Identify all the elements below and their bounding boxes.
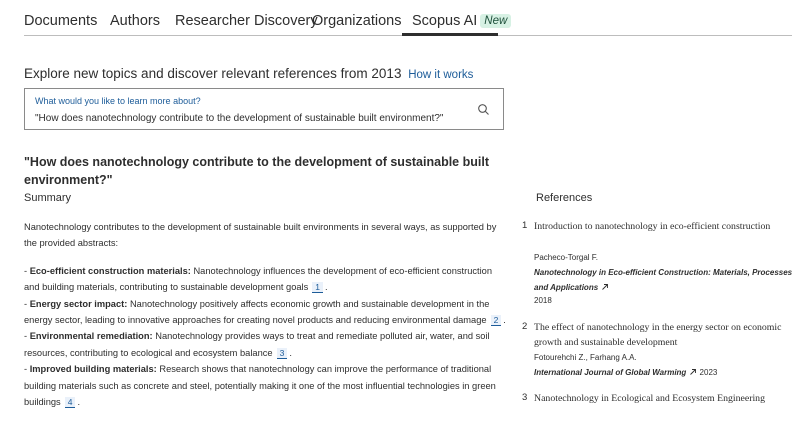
active-tab-indicator	[402, 33, 498, 36]
tab-authors[interactable]: Authors	[110, 13, 160, 29]
reference-number: 2	[522, 321, 528, 332]
summary-point: - Eco-efficient construction materials: …	[24, 265, 493, 294]
summary-point: - Energy sector impact: Nanotechnology p…	[24, 298, 506, 327]
reference-year: 2018	[534, 296, 552, 305]
how-it-works-link[interactable]: How it works	[408, 69, 473, 81]
tab-documents[interactable]: Documents	[24, 13, 97, 29]
summary-point-title: Environmental remediation:	[29, 331, 153, 342]
external-link-icon	[602, 284, 609, 290]
tab-scopus-ai-label: Scopus AI	[412, 13, 478, 29]
tab-organizations[interactable]: Organizations	[312, 13, 401, 29]
summary-heading: Summary	[24, 192, 72, 204]
reference-source: International Journal of Global Warming …	[534, 365, 796, 380]
question-heading: "How does nanotechnology contribute to t…	[24, 155, 489, 187]
reference-source-link[interactable]: Nanotechnology in Eco-efficient Construc…	[534, 268, 792, 292]
citation-link[interactable]: 2	[490, 315, 502, 327]
reference-authors: Fotourehchi Z., Farhang A.A.	[534, 353, 637, 362]
reference-authors: Pacheco-Torgal F.	[534, 253, 599, 262]
reference-source: Nanotechnology in Eco-efficient Construc…	[534, 265, 796, 295]
explore-text: Explore new topics and discover relevant…	[24, 66, 402, 81]
reference-year: 2023	[699, 368, 718, 377]
search-box[interactable]: What would you like to learn more about?	[24, 88, 504, 130]
search-icon[interactable]	[477, 103, 491, 117]
summary-intro: Nanotechnology contributes to the develo…	[24, 222, 497, 249]
summary-body: Nanotechnology contributes to the develo…	[24, 219, 508, 410]
external-link-icon	[690, 369, 697, 375]
reference-source-link[interactable]: International Journal of Global Warming	[534, 368, 686, 377]
summary-point: - Improved building materials: Research …	[24, 364, 496, 409]
reference-title[interactable]: Nanotechnology in Ecological and Ecosyst…	[534, 391, 794, 406]
summary-point-title: Improved building materials:	[29, 364, 157, 375]
citation-link[interactable]: 4	[64, 397, 76, 409]
reference-title[interactable]: The effect of nanotechnology in the ener…	[534, 320, 794, 350]
top-nav: Documents Authors Researcher Discovery O…	[0, 0, 800, 36]
citation-link[interactable]: 3	[276, 347, 288, 359]
tab-researcher-discovery[interactable]: Researcher Discovery	[175, 13, 318, 29]
new-badge: New	[480, 14, 512, 28]
reference-number: 1	[522, 220, 528, 231]
reference-number: 3	[522, 392, 528, 403]
summary-point: - Environmental remediation: Nanotechnol…	[24, 331, 490, 359]
search-input[interactable]	[35, 110, 475, 126]
tab-scopus-ai[interactable]: Scopus AI New	[412, 13, 512, 29]
summary-point-title: Energy sector impact:	[29, 298, 128, 309]
search-label: What would you like to learn more about?	[35, 96, 201, 106]
explore-header: Explore new topics and discover relevant…	[24, 66, 473, 81]
references-heading: References	[536, 192, 593, 204]
citation-link[interactable]: 1	[312, 282, 323, 294]
summary-point-title: Eco-efficient construction materials:	[29, 265, 191, 276]
reference-title[interactable]: Introduction to nanotechnology in eco-ef…	[534, 219, 794, 234]
